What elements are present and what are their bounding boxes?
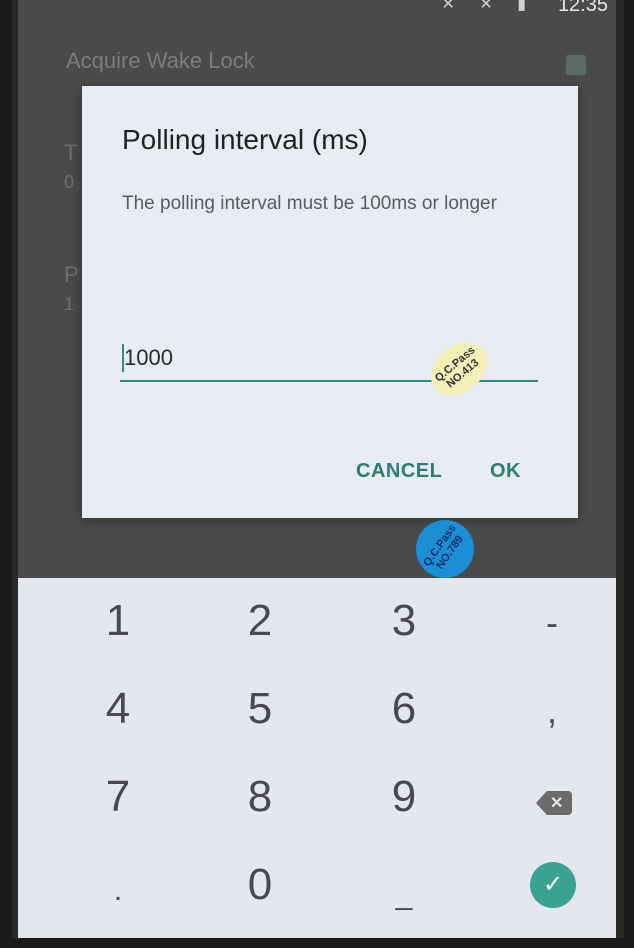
key-4[interactable]: 4 [78, 684, 158, 734]
key-3[interactable]: 3 [364, 596, 444, 646]
key-period[interactable]: . [78, 874, 158, 908]
text-cursor [122, 344, 124, 372]
polling-interval-dialog: Polling interval (ms) The polling interv… [82, 86, 578, 518]
status-time: 12:35 [557, 0, 608, 16]
wake-lock-setting-title: Acquire Wake Lock [66, 48, 255, 73]
bg-setting-fragment-2: 0 [64, 172, 75, 192]
key-space[interactable]: _ [364, 878, 444, 912]
cancel-button[interactable]: CANCEL [350, 456, 448, 487]
key-comma[interactable]: , [512, 690, 592, 732]
phone-screen: ✕ ✕ ▮ 12:35 Acquire Wake Lock T 0 P 1 Po… [12, 0, 624, 938]
dialog-title: Polling interval (ms) [122, 124, 368, 155]
bg-setting-fragment-1: T [64, 140, 78, 165]
key-5[interactable]: 5 [220, 684, 300, 734]
ok-button[interactable]: OK [484, 456, 527, 487]
status-bar: ✕ ✕ ▮ 12:35 [18, 0, 616, 16]
check-icon[interactable]: ✓ [530, 862, 576, 908]
bg-setting-fragment-3: P [64, 262, 79, 287]
dialog-message: The polling interval must be 100ms or lo… [122, 193, 497, 214]
qc-sticker-text: Q.C.Pass NO.789 [421, 522, 466, 572]
key-0[interactable]: 0 [220, 860, 300, 910]
key-2[interactable]: 2 [220, 596, 300, 646]
numeric-keypad: 1 2 3 - 4 5 6 , 7 8 9 ✕ . 0 _ ✓ [18, 578, 616, 938]
key-6[interactable]: 6 [364, 684, 444, 734]
key-9[interactable]: 9 [364, 772, 444, 822]
key-7[interactable]: 7 [78, 772, 158, 822]
key-8[interactable]: 8 [220, 772, 300, 822]
notification-icons: ✕ ✕ ▮ [441, 0, 536, 13]
key-minus[interactable]: - [512, 602, 592, 644]
backspace-icon[interactable]: ✕ [536, 791, 572, 815]
wake-lock-checkbox [566, 55, 586, 75]
bg-setting-fragment-4: 1 [64, 294, 75, 314]
key-1[interactable]: 1 [78, 596, 158, 646]
